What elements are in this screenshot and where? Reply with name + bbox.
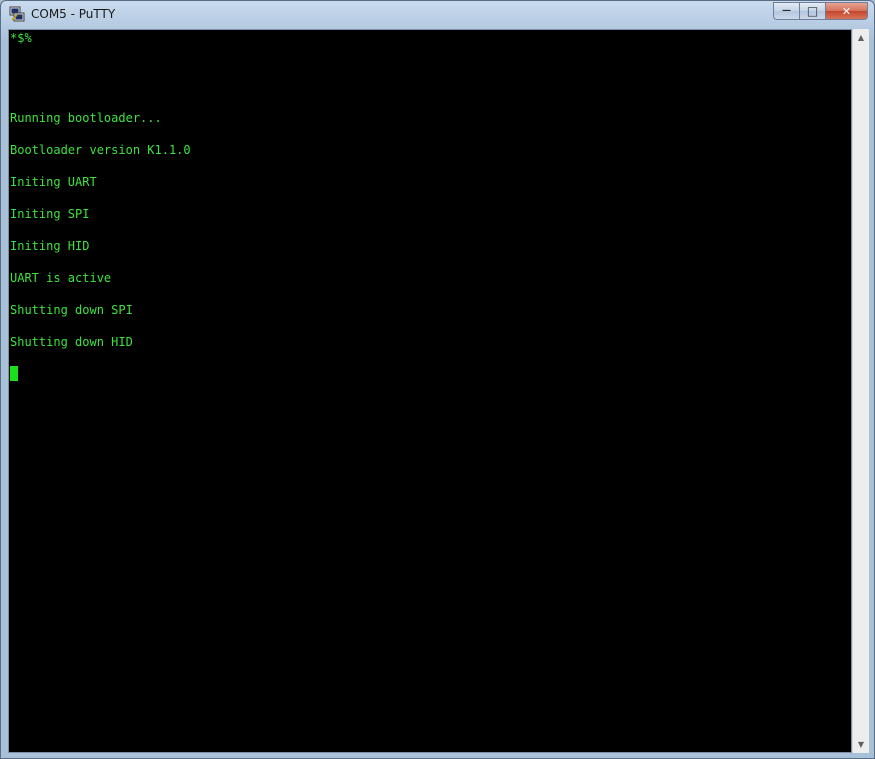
terminal-cursor-line <box>10 366 191 382</box>
terminal-output: *$% Running bootloader... Bootloader ver… <box>10 30 191 382</box>
close-icon: ✕ <box>841 4 852 18</box>
arrow-up-icon: ▲ <box>857 33 865 42</box>
putty-window: COM5 - PuTTY — □ ✕ *$% Running bootloade… <box>0 0 875 759</box>
terminal-line: Initing HID <box>10 239 90 253</box>
terminal-line: Initing SPI <box>10 207 90 221</box>
terminal-line: Bootloader version K1.1.0 <box>10 143 191 157</box>
scroll-up-button[interactable]: ▲ <box>853 29 869 46</box>
minimize-button[interactable]: — <box>773 2 799 20</box>
terminal-line: Initing UART <box>10 175 97 189</box>
window-title: COM5 - PuTTY <box>31 7 116 21</box>
scroll-track[interactable] <box>853 46 869 736</box>
close-button[interactable]: ✕ <box>825 2 868 20</box>
terminal-line: Shutting down SPI <box>10 303 133 317</box>
minimize-icon: — <box>782 6 791 16</box>
vertical-scrollbar[interactable]: ▲ ▼ <box>852 29 869 753</box>
caption-buttons: — □ ✕ <box>773 2 868 21</box>
arrow-down-icon: ▼ <box>857 740 865 749</box>
terminal-line: *$% <box>10 31 32 45</box>
terminal-line: UART is active <box>10 271 112 285</box>
terminal-line: Running bootloader... <box>10 111 162 125</box>
maximize-icon: □ <box>806 4 819 18</box>
terminal-line: Shutting down HID <box>10 335 133 349</box>
terminal-area[interactable]: *$% Running bootloader... Bootloader ver… <box>8 29 852 753</box>
scroll-down-button[interactable]: ▼ <box>853 736 869 753</box>
putty-icon[interactable] <box>9 6 26 23</box>
title-bar[interactable]: COM5 - PuTTY — □ ✕ <box>1 1 874 29</box>
maximize-button[interactable]: □ <box>799 2 825 20</box>
text-cursor <box>10 366 18 381</box>
